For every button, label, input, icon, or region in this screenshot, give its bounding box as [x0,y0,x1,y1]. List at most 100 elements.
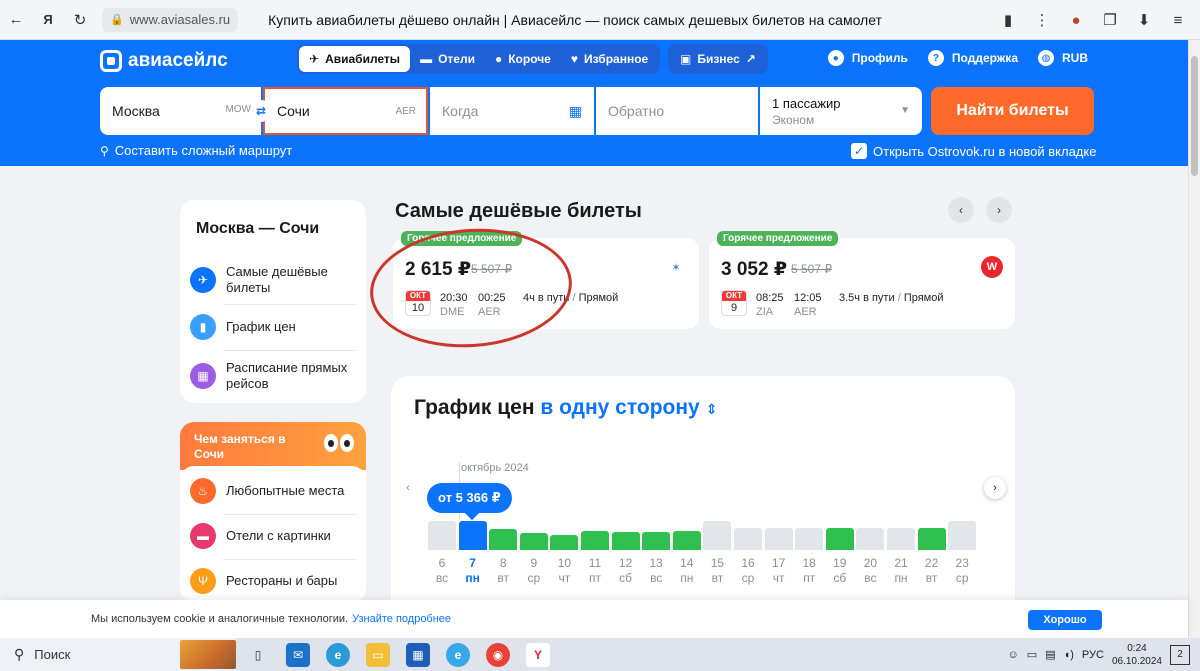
price-bar-day-12[interactable] [611,532,640,550]
keyboard-language[interactable]: РУС [1082,649,1104,661]
day-label[interactable]: 12 сб [611,556,641,586]
folder-icon[interactable]: ▭ [366,643,390,667]
ticket-card[interactable]: Горячее предложение 3 052 ₽ 5 507 ₽ W ОК… [709,231,1015,329]
tab-short[interactable]: ● Короче [485,46,561,72]
sidebar-item-price-chart[interactable]: ▮ График цен [190,314,356,340]
currency-selector[interactable]: ◍ RUB [1038,50,1088,66]
page-scrollbar[interactable] [1188,40,1200,638]
day-label[interactable]: 19 сб [825,556,855,586]
tab-business[interactable]: ▣ Бизнес ↗ [668,44,768,74]
chrome-icon[interactable]: ◉ [486,643,510,667]
promo-item-places[interactable]: ♨ Любопытные места [190,478,356,504]
price-bar-day-8[interactable] [489,529,518,550]
passengers-select[interactable]: 1 пассажир Эконом ▼ [760,87,922,135]
menu-icon[interactable]: ≡ [1162,4,1194,36]
more-icon[interactable]: ⋮ [1026,4,1058,36]
price-bar-day-14[interactable] [672,531,701,550]
promo-item-restaurants[interactable]: Ψ Рестораны и бары [190,568,356,594]
day-label[interactable]: 14 пн [672,556,702,586]
tab-hotels[interactable]: ▬ Отели [410,46,485,72]
notifications-icon[interactable]: 2 [1170,644,1190,665]
battery-icon[interactable]: ▭ [1027,648,1037,661]
yandex-browser-icon[interactable]: Y [526,643,550,667]
promo-item-hotels[interactable]: ▬ Отели с картинки [190,523,356,549]
back-arrow-icon[interactable]: ← [0,4,32,36]
reload-icon[interactable]: ↻ [64,4,96,36]
destination-field[interactable]: Сочи AER [263,87,428,135]
red-wing-logo-icon: W [981,256,1003,278]
day-label[interactable]: 8 вт [488,556,518,586]
price-bar-day-19[interactable] [825,528,854,550]
price-bar-day-17[interactable] [764,528,793,550]
tab-flights[interactable]: ✈ Авиабилеты [299,46,411,72]
network-icon[interactable]: ▤ [1045,648,1055,661]
price-bar-day-18[interactable] [795,528,824,550]
day-label[interactable]: 9 ср [519,556,549,586]
day-label[interactable]: 23 ср [947,556,977,586]
collections-icon[interactable]: ❐ [1094,4,1126,36]
autumn-widget-image[interactable] [180,640,236,669]
swap-icon[interactable]: ⇄ [250,100,272,122]
cookie-more-link[interactable]: Узнайте подробнее [352,613,451,625]
sidebar-item-schedule[interactable]: ▦ Расписание прямых рейсов [190,360,356,392]
profile-link[interactable]: ● Профиль [827,50,908,66]
people-icon[interactable]: ☺ [1008,649,1019,661]
price-bar-day-15[interactable] [703,521,732,550]
day-label[interactable]: 13 вс [641,556,671,586]
day-label[interactable]: 17 чт [764,556,794,586]
complex-route-link[interactable]: ⚲ Составить сложный маршрут [100,143,292,158]
return-date-field[interactable]: Обратно [596,87,758,135]
downloads-icon[interactable]: ⬇ [1128,4,1160,36]
ticket-card[interactable]: Горячее предложение 2 615 ₽ 5 507 ₽ ✶ ОК… [393,231,699,329]
ostrovok-checkbox[interactable]: ✓ Открыть Ostrovok.ru в новой вкладке [851,143,1096,159]
avatar[interactable]: ● [1060,4,1092,36]
flame-icon: ♨ [190,478,216,504]
price-bar-day-16[interactable] [734,528,762,550]
price-bar-day-6[interactable] [428,521,456,550]
clock[interactable]: 0:24 06.10.2024 [1112,642,1162,668]
day-label[interactable]: 15 вт [702,556,732,586]
ie-icon[interactable]: e [446,643,470,667]
price-bar-day-9[interactable] [519,533,548,550]
tab-favorites[interactable]: ♥ Избранное [561,46,658,72]
yandex-icon[interactable]: Я [32,4,64,36]
price-bar-day-10[interactable] [550,535,579,550]
volume-icon[interactable]: ◖) [1064,649,1074,661]
day-label[interactable]: 18 пт [794,556,824,586]
price-bar-day-23[interactable] [948,521,977,550]
origin-field[interactable]: Москва MOW ⇄ [100,87,272,135]
mail-icon[interactable]: ✉ [286,643,310,667]
day-label[interactable]: 7 пн [458,556,488,586]
address-bar[interactable]: 🔒 www.aviasales.ru [102,7,239,32]
price-bar-day-7[interactable] [458,521,487,550]
carousel-next-button[interactable]: › [986,197,1012,223]
cookie-accept-button[interactable]: Хорошо [1028,610,1102,630]
sidebar-item-cheapest[interactable]: ✈ Самые дешёвые билеты [190,264,356,296]
day-label[interactable]: 6 вс [427,556,457,586]
day-label[interactable]: 20 вс [855,556,885,586]
task-view-icon[interactable]: ▯ [246,643,270,667]
price-bar-day-13[interactable] [642,532,671,550]
day-label[interactable]: 21 пн [886,556,916,586]
day-label[interactable]: 11 пт [580,556,610,586]
price-bar-day-20[interactable] [856,528,885,550]
site-header: авиасейлс ✈ Авиабилеты ▬ Отели ● Короче … [0,40,1188,166]
search-icon: ⚲ [14,646,25,662]
edge-icon[interactable]: e [326,643,350,667]
promo-header[interactable]: Чем заняться в Сочи [180,422,366,470]
price-bar-day-21[interactable] [887,528,915,550]
scroll-thumb[interactable] [1191,56,1198,176]
find-tickets-button[interactable]: Найти билеты [931,87,1094,135]
day-number: 8 [499,556,507,570]
price-bar-day-22[interactable] [917,528,946,550]
store-icon[interactable]: ▦ [406,643,430,667]
logo[interactable]: авиасейлс [100,50,228,72]
support-link[interactable]: ? Поддержка [927,50,1018,66]
depart-date-field[interactable]: Когда ▦ [430,87,594,135]
price-bar-day-11[interactable] [581,531,609,550]
day-label[interactable]: 22 вт [917,556,947,586]
day-label[interactable]: 10 чт [549,556,579,586]
carousel-prev-button[interactable]: ‹ [948,197,974,223]
bookmark-icon[interactable]: ▮ [992,4,1024,36]
day-label[interactable]: 16 ср [733,556,763,586]
